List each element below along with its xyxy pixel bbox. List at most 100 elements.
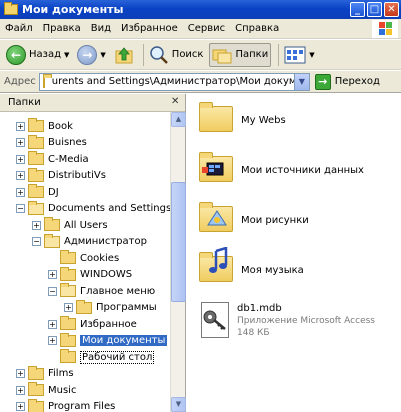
tree-item[interactable]: + C-Media	[16, 151, 89, 167]
folder-icon	[199, 102, 233, 132]
tree-expander-icon[interactable]: +	[48, 270, 57, 279]
go-arrow-icon: →	[314, 73, 331, 90]
tree-item[interactable]: + Избранное	[48, 316, 137, 332]
back-button[interactable]: ← Назад ▼	[4, 43, 71, 67]
tree-item-label: WINDOWS	[80, 269, 133, 280]
tree-item[interactable]: + Мои документы	[48, 332, 168, 349]
tree-item[interactable]: + Films	[16, 365, 74, 382]
menu-view[interactable]: Вид	[86, 23, 116, 34]
tree-item-label: Мои документы	[80, 335, 168, 346]
close-pane-icon[interactable]: ✕	[171, 97, 181, 107]
maximize-button[interactable]: □	[367, 2, 382, 17]
folder-up-icon	[115, 46, 133, 63]
tree-expander-icon[interactable]: −	[32, 237, 41, 246]
file-item-my-music[interactable]: Моя музыка	[187, 247, 304, 282]
file-name: Мои источники данных	[241, 165, 364, 176]
tree-expander-icon[interactable]: +	[16, 402, 25, 411]
tree-item[interactable]: Cookies	[48, 250, 119, 266]
folder-icon	[28, 167, 44, 182]
file-item-db1[interactable]: db1.mdb Приложение Microsoft Access 148 …	[187, 302, 375, 339]
up-button[interactable]	[112, 43, 136, 67]
tree-item[interactable]: − Главное меню	[48, 283, 155, 299]
tree-expander-icon[interactable]: +	[16, 187, 25, 197]
folders-pane-header: Папки ✕	[0, 94, 185, 112]
menu-favorites[interactable]: Избранное	[116, 23, 183, 34]
title-bar[interactable]: Мои документы _ □ ✕	[0, 0, 401, 19]
folder-icon	[42, 73, 52, 88]
address-input[interactable]: urents and Settings\Администратор\Мои до…	[38, 72, 310, 91]
forward-dropdown-icon[interactable]: ▼	[100, 51, 105, 59]
file-name: My Webs	[241, 115, 286, 126]
tree-item[interactable]: + DistributiVs	[16, 167, 106, 184]
tree-item[interactable]: + Program Files	[16, 398, 115, 412]
file-name: Моя музыка	[241, 265, 304, 276]
views-dropdown-icon[interactable]: ▼	[309, 51, 314, 59]
folder-icon	[28, 365, 44, 380]
tree-expander-icon[interactable]: −	[16, 204, 25, 213]
tree-item[interactable]: − Администратор	[32, 233, 147, 250]
tree-item[interactable]: + WINDOWS	[48, 266, 133, 283]
folder-icon	[28, 118, 44, 132]
close-button[interactable]: ✕	[384, 2, 399, 17]
access-file-icon	[201, 302, 229, 338]
tree-item[interactable]: Рабочий стол	[48, 349, 155, 365]
address-dropdown-icon[interactable]: ▼	[293, 73, 309, 90]
tree-expander-icon[interactable]: +	[64, 303, 73, 312]
folder-icon	[28, 398, 44, 412]
tree-item-label: Music	[48, 384, 77, 396]
go-label: Переход	[334, 76, 380, 87]
menu-edit[interactable]: Правка	[38, 23, 86, 34]
music-note-icon	[209, 247, 228, 273]
tree-expander-icon[interactable]: +	[16, 154, 25, 164]
forward-button[interactable]: → ▼	[75, 43, 107, 67]
folders-button[interactable]: Папки	[209, 42, 272, 67]
folder-icon	[60, 332, 76, 347]
tree-item-label: Избранное	[80, 318, 137, 330]
tree-item[interactable]: + Book	[16, 118, 73, 134]
minimize-button[interactable]: _	[350, 2, 365, 17]
folder-icon	[60, 316, 76, 330]
tree-expander-icon[interactable]: −	[48, 286, 57, 296]
pictures-folder-icon	[199, 202, 233, 232]
tree-expander-icon[interactable]: +	[16, 171, 25, 180]
back-label: Назад	[29, 49, 62, 60]
tree-expander-icon[interactable]: +	[48, 336, 57, 345]
tree-item[interactable]: + Программы	[64, 299, 157, 316]
tree-item[interactable]: + All Users	[32, 217, 108, 233]
tree-expander-icon[interactable]: +	[16, 138, 25, 147]
tree-expander-icon[interactable]: +	[32, 220, 41, 230]
go-button[interactable]: → Переход	[314, 73, 380, 90]
tree-expander-icon[interactable]: +	[16, 369, 25, 378]
file-item-data-sources[interactable]: Мои источники данных	[187, 152, 364, 182]
search-button[interactable]: Поиск	[147, 43, 206, 67]
file-type: Приложение Microsoft Access	[237, 316, 375, 326]
scroll-down-button[interactable]: ▼	[171, 397, 186, 412]
search-label: Поиск	[171, 49, 204, 60]
tree-item[interactable]: + DJ	[16, 184, 59, 200]
tree-expander-icon[interactable]: +	[16, 385, 25, 395]
folders-label: Папки	[235, 49, 269, 60]
tree-item-label: All Users	[64, 219, 108, 231]
folders-icon	[212, 49, 232, 63]
tree-item[interactable]: + Buisnes	[16, 134, 87, 151]
tree-expander-icon[interactable]: +	[16, 121, 25, 131]
back-dropdown-icon[interactable]: ▼	[64, 51, 69, 59]
forward-arrow-icon: →	[77, 44, 98, 65]
picture-icon	[207, 210, 227, 226]
file-item-my-webs[interactable]: My Webs	[187, 102, 286, 132]
folders-pane-title: Папки	[8, 97, 41, 108]
menu-tools[interactable]: Сервис	[183, 23, 230, 34]
scroll-up-button[interactable]: ▲	[171, 112, 186, 127]
folder-icon	[28, 151, 44, 165]
file-item-my-pictures[interactable]: Мои рисунки	[187, 202, 309, 232]
vertical-scrollbar[interactable]: ▲ ▼	[170, 112, 186, 412]
folder-icon	[60, 266, 76, 281]
menu-help[interactable]: Справка	[230, 23, 284, 34]
tree-item[interactable]: − Documents and Settings	[16, 200, 171, 217]
tree-expander-icon[interactable]: +	[48, 319, 57, 329]
tree-item[interactable]: + Music	[16, 382, 76, 398]
views-button[interactable]: ▼	[282, 43, 316, 67]
database-icon	[202, 162, 224, 176]
menu-file[interactable]: Файл	[0, 23, 38, 34]
scroll-thumb[interactable]	[171, 182, 186, 302]
